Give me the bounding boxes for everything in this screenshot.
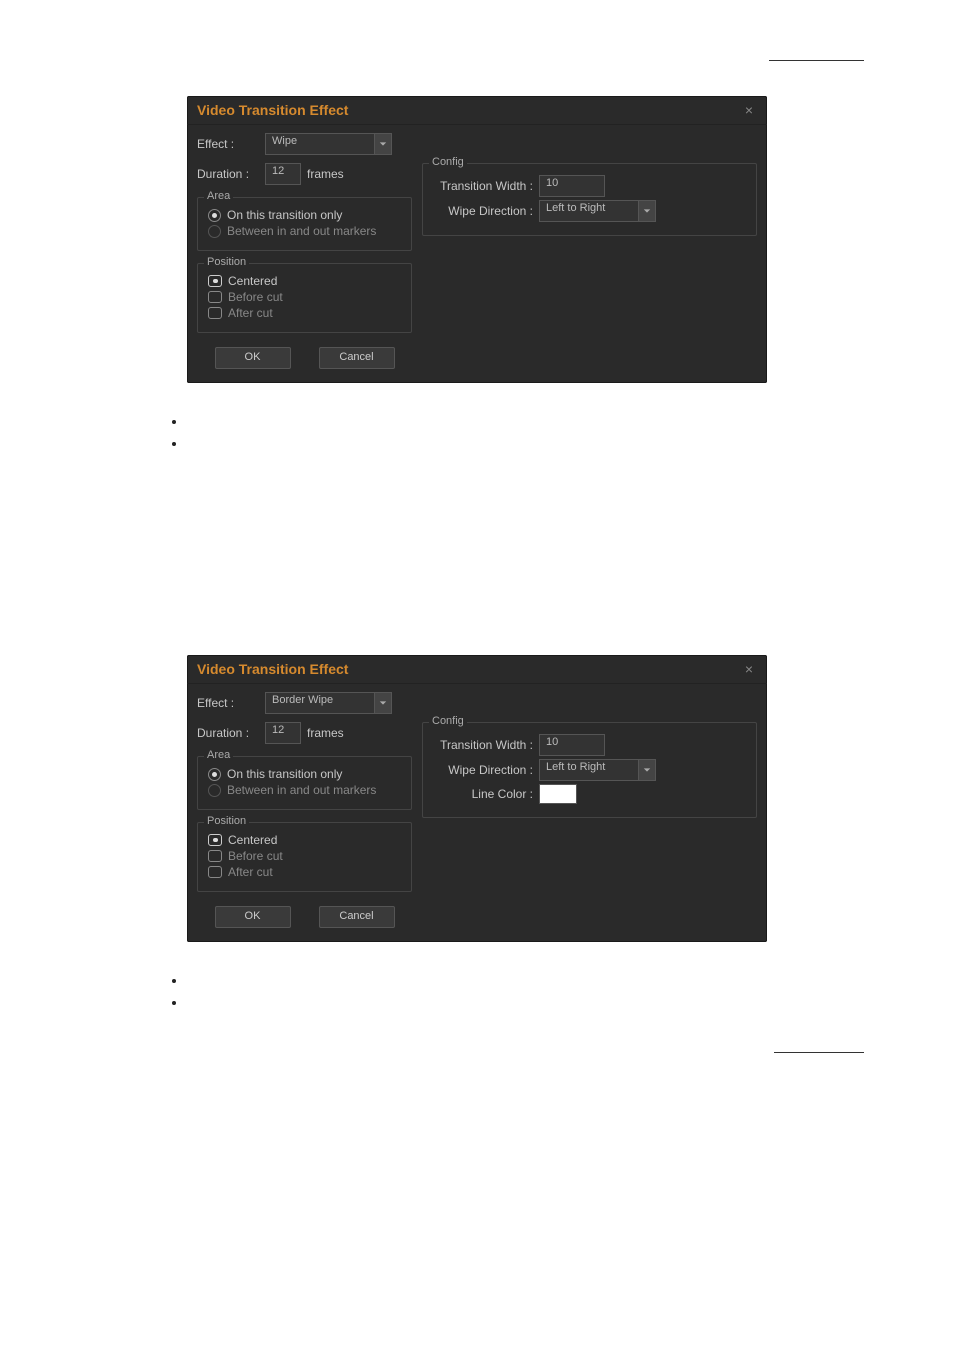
- radio-unselected-icon: [208, 850, 222, 862]
- position-option-label: Centered: [228, 274, 277, 288]
- video-transition-dialog-border-wipe: Video Transition Effect × Effect : Borde…: [187, 655, 767, 942]
- radio-unselected-icon: [208, 307, 222, 319]
- video-transition-dialog-wipe: Video Transition Effect × Effect : Wipe …: [187, 96, 767, 383]
- position-option-after-cut[interactable]: After cut: [208, 306, 401, 320]
- position-option-label: Before cut: [228, 290, 283, 304]
- wipe-direction-value: Left to Right: [539, 759, 638, 781]
- area-option-between-markers[interactable]: Between in and out markers: [208, 224, 401, 238]
- close-icon[interactable]: ×: [741, 102, 757, 118]
- page-header-rule: [90, 60, 864, 88]
- chevron-down-icon: [374, 692, 392, 714]
- duration-label: Duration :: [197, 167, 259, 181]
- dialog-title: Video Transition Effect: [197, 102, 348, 118]
- page-footer-rule: [90, 1052, 864, 1088]
- position-option-label: Centered: [228, 833, 277, 847]
- radio-selected-icon: [208, 209, 221, 222]
- cancel-button[interactable]: Cancel: [319, 906, 395, 928]
- config-legend: Config: [429, 715, 467, 727]
- area-legend: Area: [204, 749, 233, 761]
- list-item: [187, 413, 767, 431]
- radio-unselected-icon: [208, 291, 222, 303]
- position-group: Position Centered Before cut After cut: [197, 263, 412, 333]
- duration-input[interactable]: 12: [265, 722, 301, 744]
- bullet-list-1: [187, 413, 767, 453]
- line-color-swatch[interactable]: [539, 784, 577, 804]
- chevron-down-icon: [638, 200, 656, 222]
- position-option-centered[interactable]: Centered: [208, 833, 401, 847]
- position-option-label: After cut: [228, 306, 273, 320]
- radio-selected-icon: [208, 834, 222, 846]
- position-option-centered[interactable]: Centered: [208, 274, 401, 288]
- position-legend: Position: [204, 815, 249, 827]
- position-group: Position Centered Before cut After cut: [197, 822, 412, 892]
- area-option-between-markers[interactable]: Between in and out markers: [208, 783, 401, 797]
- position-option-label: After cut: [228, 865, 273, 879]
- effect-select[interactable]: Border Wipe: [265, 692, 392, 714]
- duration-input[interactable]: 12: [265, 163, 301, 185]
- dialog-title: Video Transition Effect: [197, 661, 348, 677]
- wipe-direction-value: Left to Right: [539, 200, 638, 222]
- radio-unselected-icon: [208, 784, 221, 797]
- duration-label: Duration :: [197, 726, 259, 740]
- config-group: Config Transition Width : 10 Wipe Direct…: [422, 722, 757, 818]
- area-option-label: Between in and out markers: [227, 224, 376, 238]
- effect-select-value: Wipe: [265, 133, 374, 155]
- cancel-button[interactable]: Cancel: [319, 347, 395, 369]
- dialog-titlebar: Video Transition Effect ×: [187, 655, 767, 684]
- position-option-before-cut[interactable]: Before cut: [208, 290, 401, 304]
- transition-width-label: Transition Width :: [433, 179, 533, 193]
- effect-label: Effect :: [197, 696, 259, 710]
- position-option-after-cut[interactable]: After cut: [208, 865, 401, 879]
- radio-selected-icon: [208, 275, 222, 287]
- position-option-before-cut[interactable]: Before cut: [208, 849, 401, 863]
- position-legend: Position: [204, 256, 249, 268]
- position-option-label: Before cut: [228, 849, 283, 863]
- wipe-direction-label: Wipe Direction :: [433, 763, 533, 777]
- transition-width-label: Transition Width :: [433, 738, 533, 752]
- bullet-list-2: [187, 972, 767, 1012]
- config-legend: Config: [429, 156, 467, 168]
- area-option-label: On this transition only: [227, 767, 342, 781]
- area-option-this-transition[interactable]: On this transition only: [208, 208, 401, 222]
- line-color-label: Line Color :: [433, 787, 533, 801]
- area-option-label: Between in and out markers: [227, 783, 376, 797]
- chevron-down-icon: [638, 759, 656, 781]
- area-legend: Area: [204, 190, 233, 202]
- area-option-this-transition[interactable]: On this transition only: [208, 767, 401, 781]
- transition-width-input[interactable]: 10: [539, 175, 605, 197]
- transition-width-input[interactable]: 10: [539, 734, 605, 756]
- dialog-titlebar: Video Transition Effect ×: [187, 96, 767, 125]
- list-item: [187, 994, 767, 1012]
- ok-button[interactable]: OK: [215, 347, 291, 369]
- close-icon[interactable]: ×: [741, 661, 757, 677]
- radio-unselected-icon: [208, 225, 221, 238]
- wipe-direction-select[interactable]: Left to Right: [539, 200, 656, 222]
- frames-label: frames: [307, 726, 344, 740]
- effect-select-value: Border Wipe: [265, 692, 374, 714]
- radio-unselected-icon: [208, 866, 222, 878]
- ok-button[interactable]: OK: [215, 906, 291, 928]
- area-group: Area On this transition only Between in …: [197, 197, 412, 251]
- config-group: Config Transition Width : 10 Wipe Direct…: [422, 163, 757, 236]
- wipe-direction-select[interactable]: Left to Right: [539, 759, 656, 781]
- effect-select[interactable]: Wipe: [265, 133, 392, 155]
- chevron-down-icon: [374, 133, 392, 155]
- frames-label: frames: [307, 167, 344, 181]
- radio-selected-icon: [208, 768, 221, 781]
- list-item: [187, 972, 767, 990]
- list-item: [187, 435, 767, 453]
- area-option-label: On this transition only: [227, 208, 342, 222]
- area-group: Area On this transition only Between in …: [197, 756, 412, 810]
- wipe-direction-label: Wipe Direction :: [433, 204, 533, 218]
- effect-label: Effect :: [197, 137, 259, 151]
